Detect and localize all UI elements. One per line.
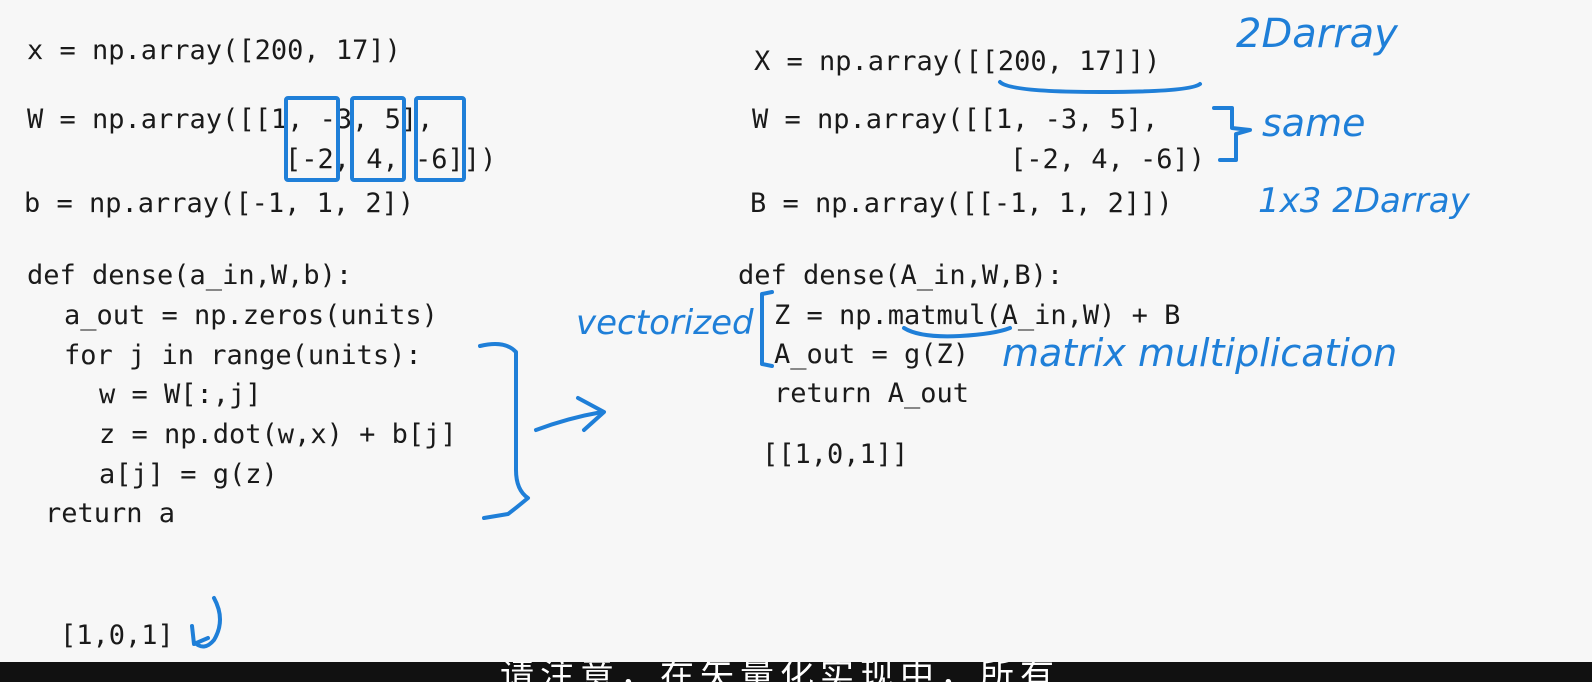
2darray-underline-icon xyxy=(998,80,1202,94)
video-subtitle-text: 请注意，在矢量化实现中，所有 xyxy=(500,662,1060,682)
right-b-definition: B = np.array([[-1, 1, 2]]) xyxy=(750,188,1173,219)
left-z-dot: z = np.dot(w,x) + b[j] xyxy=(99,419,457,450)
transform-arrow-icon xyxy=(534,410,604,432)
left-a-assign: a[j] = g(z) xyxy=(99,459,278,490)
right-a-out: A_out = g(Z) xyxy=(774,339,970,370)
annotation-1x3-2darray: 1x3 2Darray xyxy=(1258,181,1470,221)
left-b-definition: b = np.array([-1, 1, 2]) xyxy=(24,188,415,219)
right-def-dense: def dense(A_in,W,B): xyxy=(738,260,1064,291)
left-def-dense: def dense(a_in,W,b): xyxy=(27,260,353,291)
left-a-out-zeros: a_out = np.zeros(units) xyxy=(64,300,438,331)
right-z-matmul: Z = np.matmul(A_in,W) + B xyxy=(774,300,1181,331)
right-result: [[1,0,1]] xyxy=(762,439,909,470)
left-w-definition-row1: W = np.array([[1, -3, 5], xyxy=(27,104,434,135)
same-bracket-icon xyxy=(1212,106,1252,162)
right-w-definition-row2: [-2, 4, -6]) xyxy=(1010,144,1206,175)
left-w-definition-row2: [-2, 4, -6]]) xyxy=(285,144,497,175)
annotation-vectorized: vectorized xyxy=(576,303,754,343)
left-result: [1,0,1] xyxy=(60,620,174,651)
vectorized-bracket-icon xyxy=(760,290,774,368)
lecture-slide: x = np.array([200, 17]) W = np.array([[1… xyxy=(0,0,1592,682)
right-w-definition-row1: W = np.array([[1, -3, 5], xyxy=(752,104,1159,135)
loop-bracket-icon xyxy=(478,342,530,520)
annotation-2darray: 2Darray xyxy=(1236,11,1398,57)
left-for-loop: for j in range(units): xyxy=(64,340,422,371)
video-subtitle-bar: 请注意，在矢量化实现中，所有 xyxy=(0,662,1592,682)
left-x-definition: x = np.array([200, 17]) xyxy=(27,35,401,66)
result-arrow-icon xyxy=(192,596,222,649)
left-w-column: w = W[:,j] xyxy=(99,379,262,410)
left-return: return a xyxy=(45,498,176,529)
annotation-matrix-multiplication: matrix multiplication xyxy=(1002,331,1398,375)
right-x-definition: X = np.array([[200, 17]]) xyxy=(754,46,1161,77)
annotation-same: same xyxy=(1262,101,1366,145)
right-return: return A_out xyxy=(774,378,970,409)
